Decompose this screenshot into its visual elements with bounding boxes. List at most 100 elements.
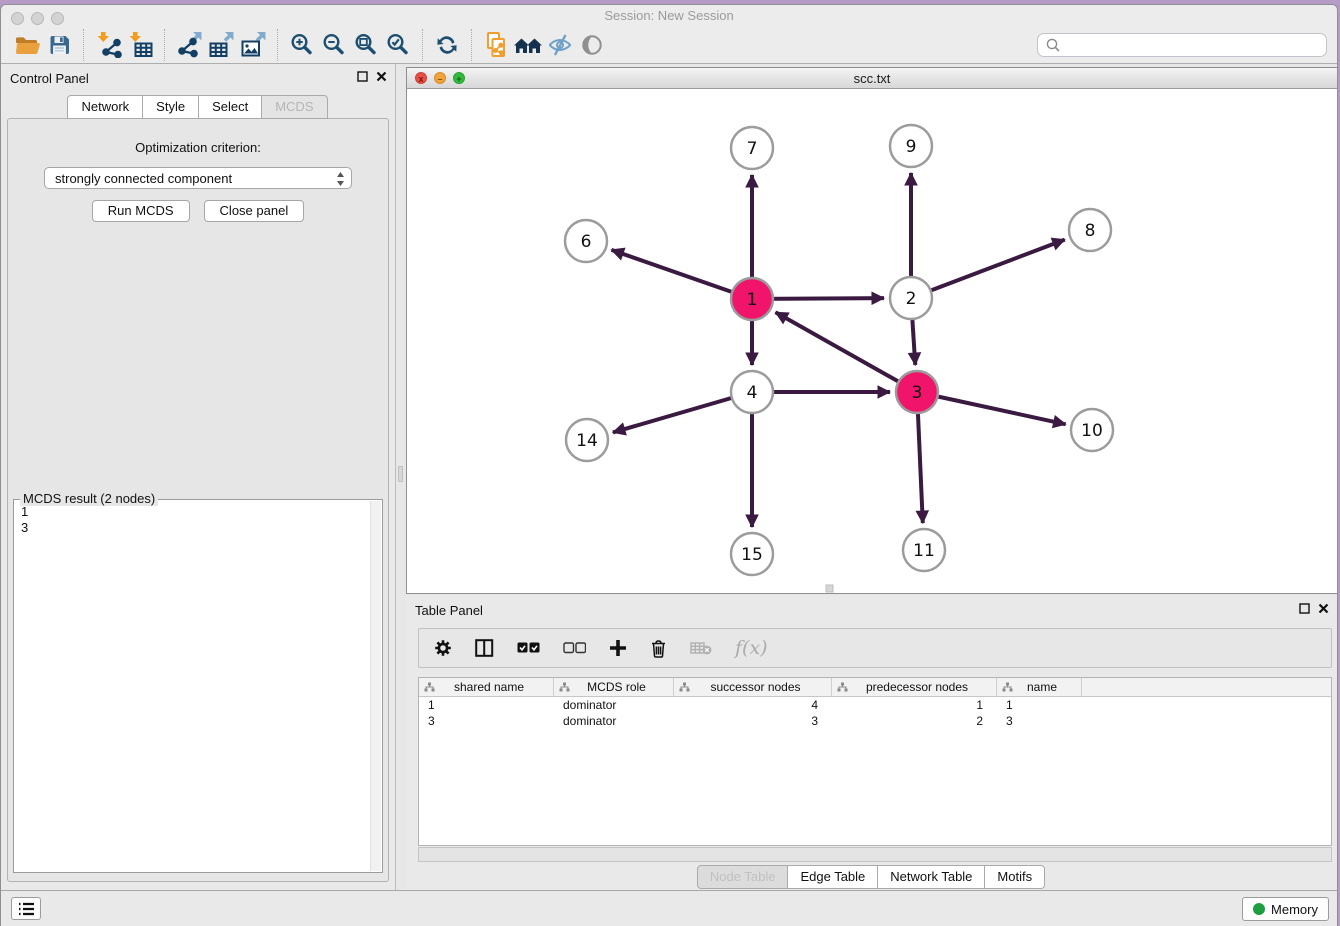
status-bar: Memory (1, 890, 1337, 926)
close-panel-icon[interactable] (1318, 603, 1329, 614)
control-tab-style[interactable]: Style (142, 95, 199, 119)
export-network-icon (176, 31, 203, 58)
clone-network-button[interactable] (480, 29, 512, 61)
network-canvas[interactable]: 1234678910111415 (407, 89, 1337, 593)
criterion-dropdown[interactable]: strongly connected component (44, 167, 352, 189)
table-row[interactable]: 1dominator411 (419, 697, 1331, 713)
column-header[interactable]: shared name (419, 678, 554, 696)
control-tab-select[interactable]: Select (198, 95, 262, 119)
table-body: 1dominator4113dominator323 (419, 697, 1331, 729)
graph-node-label-9: 9 (906, 137, 917, 157)
export-image-icon (240, 31, 267, 58)
graph-node-label-10: 10 (1081, 421, 1103, 441)
column-header[interactable]: successor nodes (674, 678, 832, 696)
search-input[interactable] (1037, 33, 1327, 57)
close-panel-icon[interactable] (376, 71, 387, 82)
zoom-in-icon (290, 33, 314, 57)
import-network-button[interactable] (92, 29, 124, 61)
apply-layout-button[interactable] (431, 29, 463, 61)
add-column-icon[interactable] (609, 639, 627, 657)
table-tabs: Node TableEdge TableNetwork TableMotifs (406, 865, 1337, 889)
split-panel-icon[interactable] (475, 639, 494, 657)
table-tab-motifs[interactable]: Motifs (984, 865, 1045, 889)
canvas-divider-handle[interactable] (826, 585, 833, 592)
graph-node-label-8: 8 (1085, 221, 1096, 241)
close-panel-button[interactable]: Close panel (204, 200, 305, 222)
graph-edge-3-10[interactable] (917, 392, 1066, 424)
zoom-selected-button[interactable] (382, 29, 414, 61)
table-row[interactable]: 3dominator323 (419, 713, 1331, 729)
export-table-button[interactable] (205, 29, 237, 61)
window-title: Session: New Session (1, 8, 1337, 23)
app-window: Session: New Session (0, 4, 1338, 926)
graph-edge-2-8[interactable] (911, 240, 1065, 298)
mcds-result-list: 13 (14, 500, 382, 540)
export-image-button[interactable] (237, 29, 269, 61)
column-header[interactable]: MCDS role (554, 678, 674, 696)
panel-splitter-handle[interactable] (398, 466, 403, 482)
toolbar-separator (471, 29, 472, 61)
memory-button[interactable]: Memory (1242, 897, 1329, 921)
main-area: Control Panel NetworkStyleSelectMCDS Opt… (1, 64, 1337, 890)
save-floppy-icon (47, 33, 72, 57)
table-cell: 4 (674, 697, 832, 713)
result-scrollbar[interactable] (370, 501, 381, 871)
control-tab-mcds[interactable]: MCDS (261, 95, 327, 119)
titlebar: Session: New Session (1, 5, 1337, 26)
toolbar-separator (277, 29, 278, 61)
table-toolbar: f(x) (418, 628, 1332, 668)
clone-network-icon (483, 31, 510, 59)
table-tab-edge-table[interactable]: Edge Table (787, 865, 878, 889)
table-settings-gear-icon[interactable] (434, 639, 452, 657)
hide-details-button[interactable] (544, 29, 576, 61)
home-layout-button[interactable] (512, 29, 544, 61)
import-table-button[interactable] (124, 29, 156, 61)
mcds-result-box: MCDS result (2 nodes) 13 (13, 499, 383, 873)
zoom-selected-icon (386, 33, 410, 57)
graph-edge-3-1[interactable] (776, 312, 917, 392)
toolbar-separator (422, 29, 423, 61)
eye-icon (580, 33, 604, 57)
node-table[interactable]: shared nameMCDS rolesuccessor nodesprede… (418, 677, 1332, 846)
network-graph[interactable]: 1234678910111415 (407, 89, 1337, 593)
control-tab-network[interactable]: Network (67, 95, 143, 119)
export-network-button[interactable] (173, 29, 205, 61)
select-all-columns-icon[interactable] (517, 642, 540, 654)
float-panel-icon[interactable] (1299, 603, 1310, 614)
graph-node-label-2: 2 (906, 289, 917, 309)
zoom-out-icon (322, 33, 346, 57)
list-icon (18, 902, 35, 916)
table-cell: 1 (832, 697, 997, 713)
zoom-out-button[interactable] (318, 29, 350, 61)
network-view-window: x – + scc.txt 1234678910111415 (406, 67, 1338, 594)
save-session-button[interactable] (43, 29, 75, 61)
column-header[interactable]: name (997, 678, 1082, 696)
table-cell: 3 (674, 713, 832, 729)
run-mcds-button[interactable]: Run MCDS (92, 200, 190, 222)
network-window-title: scc.txt (407, 71, 1337, 86)
open-session-button[interactable] (11, 29, 43, 61)
control-panel: Control Panel NetworkStyleSelectMCDS Opt… (1, 64, 396, 890)
graph-node-label-7: 7 (747, 139, 758, 159)
float-panel-icon[interactable] (357, 71, 368, 82)
table-tab-node-table[interactable]: Node Table (697, 865, 789, 889)
mcds-tab-content: Optimization criterion: strongly connect… (7, 118, 389, 882)
deselect-all-columns-icon[interactable] (563, 642, 586, 654)
table-tab-network-table[interactable]: Network Table (877, 865, 985, 889)
table-cell: dominator (554, 697, 674, 713)
graph-node-label-14: 14 (576, 431, 598, 451)
table-cell: 1 (419, 697, 554, 713)
graph-edge-1-6[interactable] (611, 250, 752, 299)
table-cell: 2 (832, 713, 997, 729)
network-window-titlebar[interactable]: x – + scc.txt (407, 68, 1337, 89)
table-hscrollbar[interactable] (418, 847, 1332, 862)
graph-node-label-15: 15 (741, 545, 763, 565)
toolbar-separator (83, 29, 84, 61)
zoom-in-button[interactable] (286, 29, 318, 61)
show-details-button[interactable] (576, 29, 608, 61)
delete-trash-icon[interactable] (650, 639, 667, 658)
zoom-fit-button[interactable] (350, 29, 382, 61)
column-header[interactable]: predecessor nodes (832, 678, 997, 696)
houses-icon (513, 33, 543, 57)
task-history-button[interactable] (11, 897, 41, 920)
